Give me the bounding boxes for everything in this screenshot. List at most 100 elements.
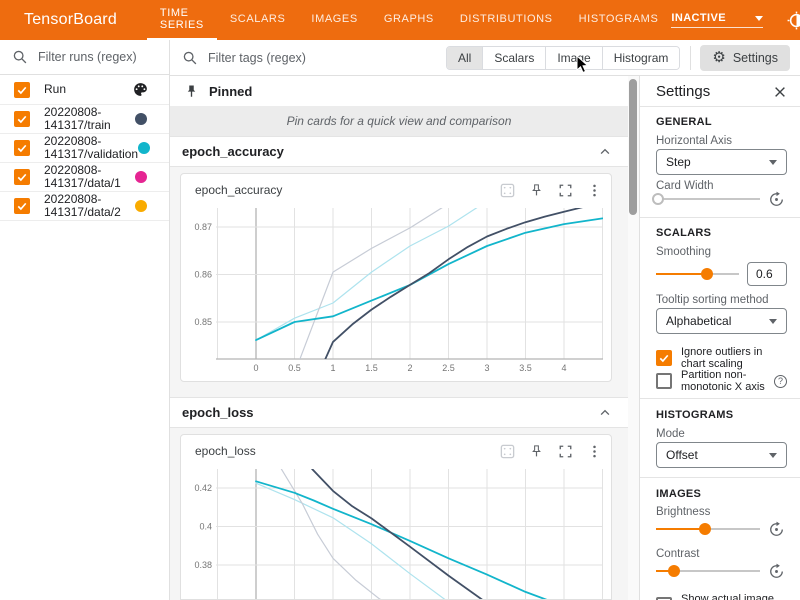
svg-text:4: 4 bbox=[561, 363, 566, 373]
divider bbox=[640, 477, 800, 478]
divider bbox=[640, 106, 800, 107]
pin-card-button[interactable] bbox=[527, 181, 545, 199]
help-icon[interactable]: ? bbox=[774, 375, 787, 388]
tab-graphs[interactable]: GRAPHS bbox=[371, 0, 447, 40]
svg-text:1: 1 bbox=[330, 363, 335, 373]
svg-text:0.5: 0.5 bbox=[288, 363, 301, 373]
run-row-data-2[interactable]: 20220808-141317/data/2 bbox=[0, 192, 169, 221]
run-label: 20220808-141317/validation bbox=[44, 135, 138, 161]
images-heading: IMAGES bbox=[656, 488, 787, 500]
tab-distributions[interactable]: DISTRIBUTIONS bbox=[447, 0, 566, 40]
section-header-epoch-loss[interactable]: epoch_loss bbox=[170, 397, 628, 428]
theme-toggle-button[interactable] bbox=[781, 5, 800, 35]
horizontal-axis-select[interactable]: Step bbox=[656, 149, 787, 175]
ignore-outliers-row[interactable]: Ignore outliers in chart scaling bbox=[656, 346, 787, 370]
filter-scalars-button[interactable]: Scalars bbox=[483, 47, 546, 69]
run-checkbox-data-1[interactable] bbox=[14, 169, 30, 185]
smoothing-slider[interactable] bbox=[656, 262, 739, 286]
fit-to-data-button[interactable] bbox=[498, 442, 516, 460]
run-row-train[interactable]: 20220808-141317/train bbox=[0, 105, 169, 134]
chevron-up-icon[interactable] bbox=[598, 406, 612, 420]
run-label: 20220808-141317/data/1 bbox=[44, 164, 135, 190]
slider-thumb[interactable] bbox=[652, 193, 664, 205]
ignore-outliers-checkbox[interactable] bbox=[656, 350, 672, 366]
brightness-slider[interactable] bbox=[656, 519, 760, 539]
more-options-button[interactable] bbox=[585, 181, 603, 199]
brightness-reset-button[interactable] bbox=[765, 519, 787, 539]
partition-x-axis-checkbox[interactable] bbox=[656, 373, 672, 389]
main-scrollbar[interactable] bbox=[628, 76, 639, 600]
settings-panel-title: Settings bbox=[656, 83, 710, 100]
run-checkbox-train[interactable] bbox=[14, 111, 30, 127]
epoch-loss-chart[interactable]: 0.420.40.380.36 bbox=[181, 465, 612, 600]
tab-scalars[interactable]: SCALARS bbox=[217, 0, 299, 40]
run-checkbox-data-2[interactable] bbox=[14, 198, 30, 214]
pin-icon bbox=[529, 183, 544, 198]
card-title: epoch_loss bbox=[195, 444, 256, 458]
chevron-down-icon bbox=[755, 16, 763, 21]
epoch-accuracy-chart[interactable]: 0.870.860.8500.511.522.533.54 bbox=[181, 204, 612, 379]
show-actual-size-row[interactable]: Show actual image size bbox=[656, 593, 787, 600]
card-width-reset-button[interactable] bbox=[765, 189, 787, 209]
card-title: epoch_accuracy bbox=[195, 183, 282, 197]
slider-thumb[interactable] bbox=[701, 268, 713, 280]
runs-sidebar: Filter runs (regex) Run 20220808-141317/… bbox=[0, 40, 170, 600]
kebab-menu-icon bbox=[587, 183, 602, 198]
contrast-reset-button[interactable] bbox=[765, 561, 787, 581]
reset-icon bbox=[768, 191, 785, 208]
more-options-button[interactable] bbox=[585, 442, 603, 460]
partition-x-axis-row[interactable]: Partition non-monotonic X axis ? bbox=[656, 369, 787, 393]
svg-text:0.85: 0.85 bbox=[194, 317, 212, 327]
filter-image-button[interactable]: Image bbox=[546, 47, 602, 69]
app-logo: TensorBoard bbox=[24, 11, 117, 29]
select-all-runs-checkbox[interactable] bbox=[14, 82, 30, 98]
close-icon[interactable] bbox=[773, 85, 787, 99]
histogram-mode-select[interactable]: Offset bbox=[656, 442, 787, 468]
svg-text:3: 3 bbox=[484, 363, 489, 373]
status-value: INACTIVE bbox=[671, 12, 726, 24]
tags-toolbar: Filter tags (regex) All Scalars Image Hi… bbox=[170, 40, 800, 76]
run-color-dot bbox=[138, 142, 150, 154]
slider-thumb[interactable] bbox=[699, 523, 711, 535]
slider-thumb[interactable] bbox=[668, 565, 680, 577]
chevron-up-icon[interactable] bbox=[598, 145, 612, 159]
fullscreen-icon bbox=[558, 183, 573, 198]
pinned-empty-message: Pin cards for a quick view and compariso… bbox=[170, 106, 628, 136]
cards-scroll-area: Pinned Pin cards for a quick view and co… bbox=[170, 76, 628, 600]
run-color-dot bbox=[135, 113, 147, 125]
chevron-down-icon bbox=[769, 160, 777, 165]
settings-button[interactable]: ⚙ Settings bbox=[700, 45, 790, 71]
fullscreen-button[interactable] bbox=[556, 442, 574, 460]
scalar-card-epoch-loss: epoch_loss bbox=[180, 434, 612, 600]
tab-images[interactable]: IMAGES bbox=[298, 0, 370, 40]
histograms-heading: HISTOGRAMS bbox=[656, 409, 787, 421]
section-header-epoch-accuracy[interactable]: epoch_accuracy bbox=[170, 136, 628, 167]
tooltip-sorting-select[interactable]: Alphabetical bbox=[656, 308, 787, 334]
filter-histogram-button[interactable]: Histogram bbox=[603, 47, 680, 69]
scrollbar-thumb[interactable] bbox=[629, 79, 637, 215]
card-width-slider[interactable] bbox=[656, 189, 760, 209]
filter-tags-input[interactable]: Filter tags (regex) bbox=[170, 50, 446, 66]
contrast-slider[interactable] bbox=[656, 561, 760, 581]
smoothing-value-input[interactable]: 0.6 bbox=[747, 262, 787, 286]
run-row-validation[interactable]: 20220808-141317/validation bbox=[0, 134, 169, 163]
card-actions bbox=[487, 442, 603, 460]
pin-card-button[interactable] bbox=[527, 442, 545, 460]
tag-type-filter-group: All Scalars Image Histogram bbox=[446, 46, 680, 70]
status-select[interactable]: INACTIVE bbox=[671, 12, 763, 28]
fit-to-data-button[interactable] bbox=[498, 181, 516, 199]
fullscreen-button[interactable] bbox=[556, 181, 574, 199]
pin-icon bbox=[184, 84, 199, 99]
palette-icon[interactable] bbox=[132, 81, 149, 98]
toolbar-divider bbox=[690, 46, 691, 70]
tab-time-series[interactable]: TIME SERIES bbox=[147, 0, 217, 40]
chevron-down-icon bbox=[769, 453, 777, 458]
run-checkbox-validation[interactable] bbox=[14, 140, 30, 156]
fullscreen-icon bbox=[558, 444, 573, 459]
tab-histograms[interactable]: HISTOGRAMS bbox=[566, 0, 672, 40]
run-row-data-1[interactable]: 20220808-141317/data/1 bbox=[0, 163, 169, 192]
filter-all-button[interactable]: All bbox=[447, 47, 483, 69]
filter-runs-input[interactable]: Filter runs (regex) bbox=[0, 40, 169, 75]
run-label: 20220808-141317/data/2 bbox=[44, 193, 135, 219]
reset-icon bbox=[768, 563, 785, 580]
